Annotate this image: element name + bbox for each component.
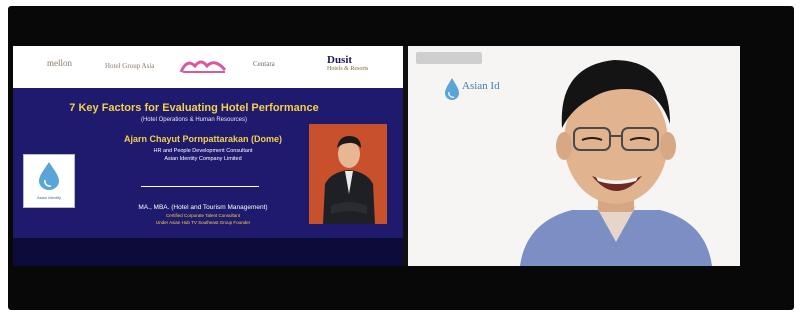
partner-logo-4: Centara: [253, 60, 275, 68]
speaker-certification: Certified Corporate Talent Consultant: [166, 213, 240, 218]
partner-logo-3: [179, 60, 227, 73]
brand-logo-card: Asian Identity: [23, 154, 75, 208]
slide-subtitle: (Hotel Operations & Human Resources): [140, 117, 248, 123]
speaker-affiliation: Under Asian Hub TV Southeast Group Found…: [155, 220, 251, 225]
screenshot-frame: mellon Hotel Group Asia Centara Dusit Ho…: [0, 0, 802, 318]
partner-logo-1: mellon: [47, 58, 72, 68]
participant-name-chip: [416, 52, 482, 64]
webcam-tile[interactable]: Asian Identity: [408, 46, 740, 266]
slide-divider: [141, 186, 259, 187]
partner-logo-5: Dusit Hotels & Resorts: [327, 54, 377, 72]
speaker-company: Asian Identity Company Limited: [164, 156, 242, 162]
slide-title: 7 Key Factors for Evaluating Hotel Perfo…: [69, 102, 319, 114]
partner-logo-2: Hotel Group Asia: [105, 62, 155, 70]
brand-caption: Asian Identity: [36, 195, 61, 200]
speaker-name: Ajarn Chayut Pornpattarakan (Dome): [123, 134, 283, 144]
slide-footer-band: [13, 238, 403, 266]
speaker-role: HR and People Development Consultant: [153, 148, 253, 154]
partner-logo-bar: mellon Hotel Group Asia Centara Dusit Ho…: [13, 46, 403, 88]
logo-5-name: Dusit: [327, 54, 353, 66]
presenter-photo: [309, 124, 387, 224]
logo-5-sub: Hotels & Resorts: [327, 66, 369, 72]
water-drop-icon: [39, 162, 59, 190]
shared-screen-tile[interactable]: mellon Hotel Group Asia Centara Dusit Ho…: [13, 46, 403, 266]
speaker-degree: MA., MBA. (Hotel and Tourism Management): [138, 204, 268, 211]
participant-video: [500, 46, 730, 266]
